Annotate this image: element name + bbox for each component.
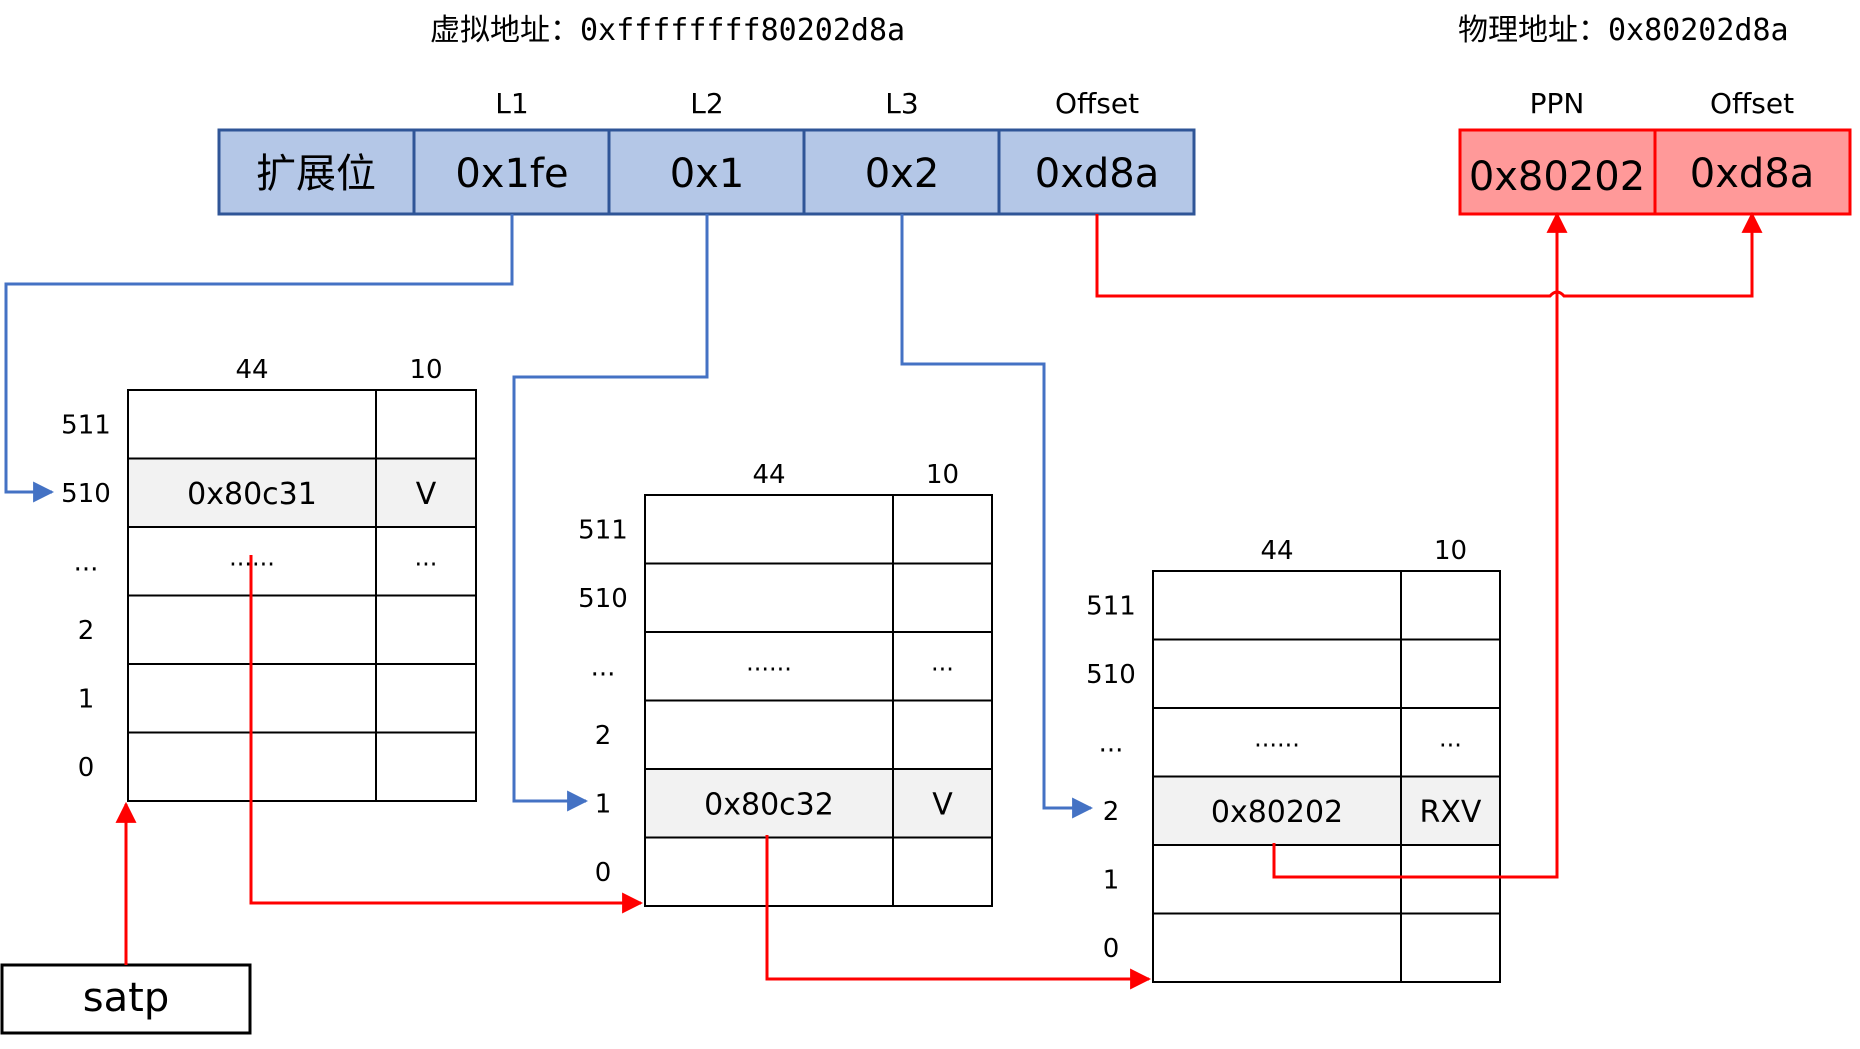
va-cell-l2: 0x1 [670,151,745,197]
table-row-label: 510 [61,479,111,509]
va-header-l3: L3 [885,87,918,120]
pte-flags-cell [1400,638,1501,709]
table-row-label: 0 [595,858,612,888]
pte-flags-value: ... [1439,724,1462,752]
table-row-label: 0 [78,753,95,783]
table-col-header: 44 [1260,536,1293,566]
pte-ppn-value: 0x80c31 [187,477,317,512]
pte-flags-cell [892,836,993,907]
table-col-header: 10 [926,460,959,490]
pte-ppn-value: 0x80c32 [704,787,834,822]
table-row-label: 511 [61,410,111,440]
pte-flags-cell [375,594,477,665]
table-col-header: 10 [1434,536,1467,566]
pte-flags-value: V [416,477,437,512]
physical-address-bar: 0x80202 0xd8a [1458,128,1852,216]
page-table-walk-diagram: 虚拟地址：0xffffffff80202d8a 物理地址：0x80202d8a … [0,13,1852,1035]
table-row-label: 0 [1103,934,1120,964]
table-row-label: 511 [1086,591,1136,621]
pte-ppn-value: ...... [1254,724,1300,752]
va-header-l2: L2 [690,87,723,120]
physical-address-label: 物理地址： [1458,13,1608,48]
table-row-label: 511 [578,515,628,545]
virtual-address-value: 0xffffffff80202d8a [580,13,905,48]
pa-header-ppn: PPN [1530,87,1585,120]
pte-flags-cell [375,389,477,460]
pte-flags-cell [375,663,477,734]
pte-flags-value: ... [931,648,954,676]
pte-flags-cell [892,699,993,770]
va-header-l1: L1 [495,87,528,120]
pte-ppn-cell [644,836,894,907]
table-row-label: 510 [1086,660,1136,690]
pte-ppn-cell [1152,912,1402,983]
pte-flags-value: ... [415,543,438,571]
pa-cell-ppn: 0x80202 [1469,154,1645,200]
pte-ppn-cell [644,494,894,565]
table-col-header: 10 [409,355,442,385]
satp-label: satp [83,975,169,1021]
pte-flags-cell [892,562,993,633]
pte-ppn-cell [127,389,377,460]
pte-ppn-cell [644,699,894,770]
pte-flags-cell [1400,570,1501,641]
va-header-offset: Offset [1055,87,1139,120]
va-cell-offset: 0xd8a [1035,151,1159,197]
table-row-label: 2 [595,721,612,751]
virtual-address-headers: L1 L2 L3 Offset [495,87,1139,120]
pte-ppn-cell [644,562,894,633]
table-row-label: 1 [1103,865,1120,895]
table-col-header: 44 [752,460,785,490]
physical-address-headers: PPN Offset [1530,87,1794,120]
va-cell-l3: 0x2 [865,151,940,197]
page-table-level-2: 44 10 511 510......... ... 2 1 0x80c32 V 0 [578,460,993,907]
page-tables: 44 10511510 0x80c31 V......... ...21044 10511… [61,355,1501,983]
table-col-header: 44 [235,355,268,385]
table-row-label: ... [1099,728,1124,758]
table-row-label: ... [591,652,616,682]
pa-header-offset: Offset [1710,87,1794,120]
pte-flags-cell [1400,844,1501,915]
pte-flags-cell [1400,912,1501,983]
offset-copy-arrow [1095,211,1763,298]
table-row-label: 510 [578,584,628,614]
virtual-address-bar: 扩展位 0x1fe 0x1 0x2 0xd8a [217,128,1196,216]
table-row-label: 2 [1103,797,1120,827]
table-row-label: 2 [78,616,95,646]
pte-ppn-value: 0x80202 [1211,795,1343,830]
pte-flags-cell [892,494,993,565]
table-row-label: ... [74,547,99,577]
physical-address-value: 0x80202d8a [1608,13,1789,48]
pa-cell-offset: 0xd8a [1690,151,1814,197]
table-row-label: 1 [595,789,612,819]
va-cell-l1: 0x1fe [455,151,568,197]
pte-ppn-cell [1152,638,1402,709]
virtual-address-label: 虚拟地址： [430,13,580,48]
page-table-level-1: 44 10511510 0x80c31 V......... ...210 [61,355,477,802]
pte-flags-value: RXV [1420,795,1482,830]
satp-register: satp [0,963,252,1035]
virtual-address-title: 虚拟地址：0xffffffff80202d8a [430,13,905,48]
pte-ppn-cell [1152,844,1402,915]
page-table-level-3: 44 10511510......... ...2 0x80202 RXV10 [1086,536,1501,983]
pte-ppn-value: ...... [746,648,792,676]
va-cell-ext: 扩展位 [256,151,376,197]
table-row-label: 1 [78,684,95,714]
pte-flags-cell [375,731,477,802]
pte-flags-value: V [932,787,953,822]
pte-ppn-cell [1152,570,1402,641]
physical-address-title: 物理地址：0x80202d8a [1458,13,1789,48]
